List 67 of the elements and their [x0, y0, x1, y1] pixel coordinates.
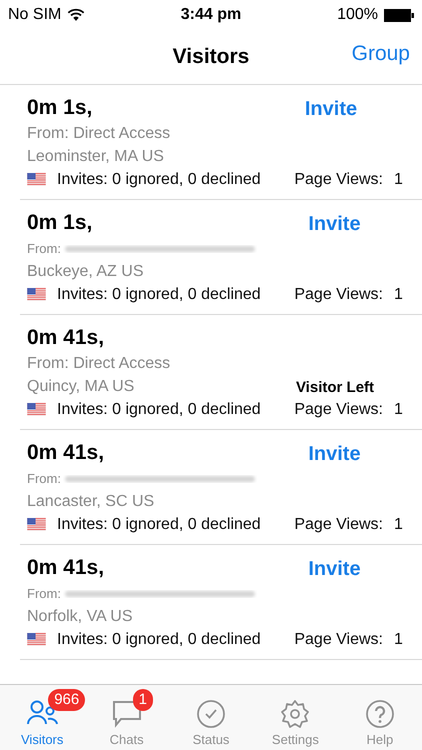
source-label: From: — [27, 471, 61, 486]
duration-label: 0m 41s, — [27, 326, 106, 351]
invites-label: Invites: 0 ignored, 0 declined — [57, 516, 262, 534]
battery-icon — [384, 8, 414, 22]
flag-icon — [27, 403, 46, 416]
page-views-count: 1 — [394, 170, 404, 188]
source-label: From: — [27, 241, 61, 256]
invite-button[interactable]: Invite — [308, 213, 361, 236]
status-label: Visitor Left — [296, 379, 374, 396]
flag-icon — [27, 633, 46, 646]
tab-item[interactable]: Help — [338, 685, 422, 750]
page-views-label: Page Views: — [294, 286, 383, 304]
page-views-count: 1 — [394, 400, 404, 418]
visitor-row[interactable]: 0m 1s, From: Direct Access Leominster, MA US Invite Invites: 0 ignored, 0 declined Page Views: 1 — [20, 85, 422, 200]
duration-label: 0m 41s, — [27, 441, 106, 466]
tab-label: Help — [366, 732, 394, 747]
page-views-label: Page Views: — [294, 170, 383, 188]
location-label: Norfolk, VA US — [27, 607, 134, 627]
help-icon — [364, 698, 396, 730]
page-views-label: Page Views: — [294, 516, 383, 534]
visitor-row[interactable]: 0m 1s, From: Buckeye, AZ US Invite Invites: 0 ignored, 0 declined Page Views: 1 — [20, 200, 422, 315]
tab-item[interactable]: Settings — [253, 685, 338, 750]
tab-label: Status — [192, 732, 230, 747]
count-badge: 1 — [132, 689, 153, 711]
source-label: From: Direct Access — [27, 124, 172, 144]
source-label: From: — [27, 586, 61, 601]
invite-button[interactable]: Invite — [308, 443, 361, 466]
flag-icon — [27, 518, 46, 531]
battery-label: 100% — [337, 6, 378, 24]
invites-label: Invites: 0 ignored, 0 declined — [57, 630, 262, 648]
tab-item[interactable]: Status — [168, 685, 254, 750]
duration-label: 0m 1s, — [27, 96, 94, 121]
visitor-row[interactable]: 0m 41s, From: Direct Access Quincy, MA US Visitor Left Invites: 0 ignored, 0 declined Page Views: 1 — [20, 315, 422, 430]
settings-icon — [279, 698, 312, 730]
location-label: Leominster, MA US — [27, 147, 165, 167]
duration-label: 0m 41s, — [27, 556, 106, 581]
tab-label: Visitors — [21, 732, 64, 747]
page-views-count: 1 — [394, 516, 404, 534]
invites-label: Invites: 0 ignored, 0 declined — [57, 400, 262, 418]
tab-label: Chats — [110, 732, 144, 747]
duration-label: 0m 1s, — [27, 211, 94, 236]
count-badge: 966 — [48, 689, 86, 711]
source-label: From: Direct Access — [27, 354, 172, 374]
visitor-row[interactable]: 0m 41s, From: Lancaster, SC US Invite Invites: 0 ignored, 0 declined Page Views: 1 — [20, 430, 422, 545]
tab-item[interactable]: 966 Visitors — [0, 685, 84, 750]
invites-label: Invites: 0 ignored, 0 declined — [57, 286, 262, 304]
invite-button[interactable]: Invite — [308, 558, 361, 581]
group-button[interactable]: Group — [352, 42, 410, 66]
page-views-count: 1 — [394, 286, 404, 304]
tab-item[interactable]: 1 Chats — [84, 685, 169, 750]
checkmark-circle-icon — [195, 698, 228, 730]
wifi-icon — [67, 8, 86, 22]
location-label: Quincy, MA US — [27, 377, 136, 397]
flag-icon — [27, 173, 46, 186]
location-label: Lancaster, SC US — [27, 492, 156, 512]
page-views-count: 1 — [394, 630, 404, 648]
location-label: Buckeye, AZ US — [27, 262, 144, 282]
flag-icon — [27, 288, 46, 301]
clock-label: 3:44 pm — [180, 6, 242, 24]
carrier-label: No SIM — [8, 6, 62, 24]
screen-title: Visitors — [172, 45, 250, 69]
page-views-label: Page Views: — [294, 630, 383, 648]
visitor-row[interactable]: 0m 41s, From: Norfolk, VA US Invite Invites: 0 ignored, 0 declined Page Views: 1 — [20, 545, 422, 660]
page-views-label: Page Views: — [294, 400, 383, 418]
tab-label: Settings — [272, 732, 319, 747]
invites-label: Invites: 0 ignored, 0 declined — [57, 170, 262, 188]
invite-button[interactable]: Invite — [304, 98, 358, 121]
